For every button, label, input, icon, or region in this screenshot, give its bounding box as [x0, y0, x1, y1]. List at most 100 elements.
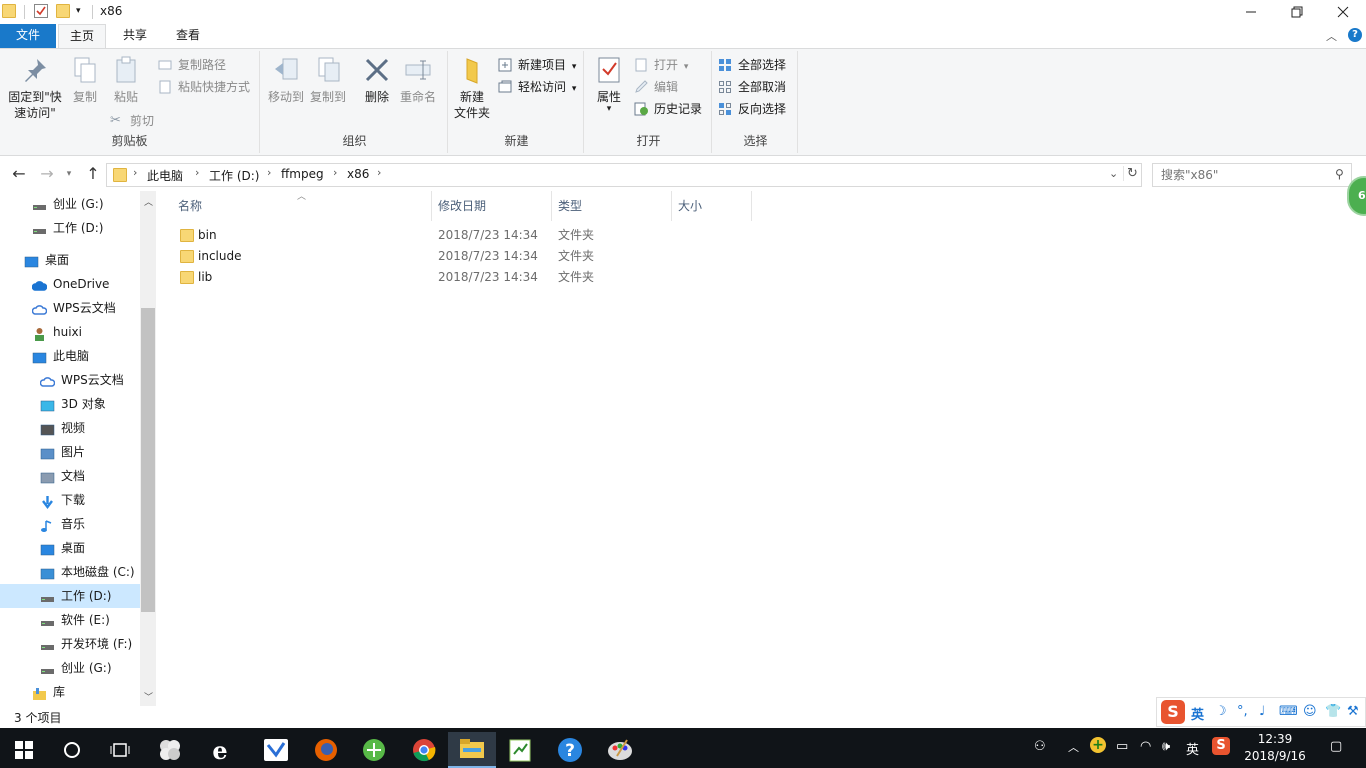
tab-share[interactable]: 共享 [112, 24, 158, 48]
breadcrumb-ffmpeg[interactable]: ffmpeg [281, 167, 324, 181]
punctuation-icon[interactable]: °, [1237, 704, 1248, 719]
invert-selection-button[interactable]: 反向选择 [718, 99, 786, 119]
refresh-icon[interactable]: ↻ [1123, 166, 1141, 181]
column-header-type[interactable]: 类型 [552, 191, 672, 221]
restore-button[interactable] [1274, 0, 1320, 24]
breadcrumb-separator[interactable]: › [195, 166, 199, 179]
breadcrumb-separator[interactable]: › [267, 166, 271, 179]
copy-button[interactable]: 复制 [68, 55, 102, 105]
forward-arrow-icon[interactable]: → [38, 165, 56, 183]
nav-item[interactable]: 3D 对象 [0, 392, 140, 416]
nav-item[interactable]: 本地磁盘 (C:) [0, 560, 140, 584]
nav-item[interactable]: 音乐 [0, 512, 140, 536]
nav-item[interactable]: 开发环境 (F:) [0, 632, 140, 656]
nav-item[interactable]: WPS云文档 [0, 296, 140, 320]
paint-app-icon[interactable] [596, 732, 644, 768]
nav-item[interactable]: 创业 (G:) [0, 192, 140, 216]
keyboard-icon[interactable]: ⌨ [1279, 704, 1298, 719]
task-view-icon[interactable] [96, 732, 144, 768]
file-row[interactable]: lib 2018/7/23 14:34 文件夹 [172, 267, 772, 288]
back-arrow-icon[interactable]: ← [10, 165, 28, 183]
minimize-button[interactable] [1228, 0, 1274, 24]
notepad-app-icon[interactable] [496, 732, 544, 768]
nav-item[interactable]: 工作 (D:) [0, 216, 140, 240]
nav-item[interactable]: huixi [0, 320, 140, 344]
copy-to-button[interactable]: 复制到 [308, 55, 348, 105]
address-bar[interactable]: › 此电脑 › 工作 (D:) › ffmpeg › x86 › ⌄ ↻ [106, 163, 1142, 187]
tab-file[interactable]: 文件 [0, 24, 56, 48]
new-item-button[interactable]: 新建项目 ▾ [498, 55, 576, 75]
volume-icon[interactable]: 🕪 [1162, 739, 1170, 754]
cut-button[interactable]: ✂ 剪切 [110, 111, 154, 131]
tab-view[interactable]: 查看 [164, 24, 212, 48]
nav-item[interactable]: 软件 (E:) [0, 608, 140, 632]
file-row[interactable]: bin 2018/7/23 14:34 文件夹 [172, 225, 772, 246]
search-icon[interactable]: ⚲ [1335, 167, 1344, 181]
nav-item[interactable]: 工作 (D:) [0, 584, 140, 608]
ime-mode-toggle[interactable]: 英 [1191, 704, 1204, 723]
history-button[interactable]: 历史记录 [634, 99, 702, 119]
recent-locations-icon[interactable]: ▾ [60, 165, 78, 183]
collapse-ribbon-icon[interactable]: ︿ [1326, 28, 1337, 44]
select-all-button[interactable]: 全部选择 [718, 55, 786, 75]
nav-scrollbar-thumb[interactable] [141, 308, 155, 612]
chrome-icon[interactable] [400, 732, 448, 768]
column-header-size[interactable]: 大小 [672, 191, 752, 221]
nav-item[interactable]: 创业 (G:) [0, 656, 140, 680]
nav-item[interactable]: 视频 [0, 416, 140, 440]
nav-item[interactable]: 桌面 [0, 536, 140, 560]
breadcrumb-x86[interactable]: x86 [347, 167, 369, 181]
properties-button[interactable]: 属性 ▾ [592, 55, 626, 114]
sogou-logo-icon[interactable]: S [1161, 700, 1185, 724]
file-explorer-taskbar-icon[interactable] [448, 732, 496, 768]
quick-access-dropdown-icon[interactable]: ▾ [76, 4, 90, 18]
nav-item[interactable]: 下载 [0, 488, 140, 512]
paste-button[interactable]: 粘贴 [108, 55, 144, 105]
scroll-down-icon[interactable]: ﹀ [144, 690, 153, 703]
internet-explorer-icon[interactable]: e [196, 732, 244, 768]
pinwheel-app-icon[interactable] [146, 732, 194, 768]
nav-item[interactable]: 文档 [0, 464, 140, 488]
nav-item[interactable]: OneDrive [0, 272, 140, 296]
help-app-icon[interactable]: ? [546, 732, 594, 768]
help-icon[interactable]: ? [1348, 28, 1362, 42]
ime-tray-toggle[interactable]: 英 [1186, 739, 1199, 758]
green-browser-icon[interactable] [350, 732, 398, 768]
breadcrumb-separator[interactable]: › [377, 166, 381, 179]
firefox-icon[interactable] [302, 732, 350, 768]
show-hidden-icons-icon[interactable]: ︿ [1068, 739, 1079, 755]
system-clock[interactable]: 12:39 2018/9/16 [1238, 731, 1312, 765]
battery-icon[interactable]: ▭ [1116, 739, 1128, 754]
close-button[interactable] [1320, 0, 1366, 24]
edit-button[interactable]: 编辑 [634, 77, 678, 97]
copy-path-button[interactable]: 复制路径 [158, 55, 226, 75]
up-arrow-icon[interactable]: ↑ [84, 165, 102, 183]
wifi-icon[interactable]: ◠ [1140, 739, 1151, 754]
search-input[interactable] [1161, 165, 1331, 185]
moon-icon[interactable]: ☽ [1215, 704, 1227, 719]
security-app-tray-icon[interactable]: + [1090, 737, 1106, 753]
action-center-icon[interactable]: ▢ [1330, 739, 1342, 754]
skin-icon[interactable]: 👕 [1325, 704, 1341, 719]
address-history-dropdown-icon[interactable]: ⌄ [1109, 167, 1118, 180]
search-box[interactable]: ⚲ [1152, 163, 1352, 187]
microphone-icon[interactable]: ♩ [1259, 704, 1265, 719]
properties-quick-icon[interactable] [34, 4, 48, 18]
breadcrumb-this-pc[interactable]: 此电脑 [147, 167, 183, 184]
scroll-up-icon[interactable]: ︿ [144, 195, 153, 208]
nav-item[interactable]: 图片 [0, 440, 140, 464]
move-to-button[interactable]: 移动到 [266, 55, 306, 105]
settings-wrench-icon[interactable]: ⚒ [1347, 704, 1359, 719]
file-row[interactable]: include 2018/7/23 14:34 文件夹 [172, 246, 772, 267]
new-folder-button[interactable]: 新建 文件夹 [452, 55, 492, 121]
breadcrumb-separator[interactable]: › [133, 166, 137, 179]
tab-home[interactable]: 主页 [58, 24, 106, 48]
bird-app-icon[interactable] [252, 732, 300, 768]
open-button[interactable]: 打开 ▾ [634, 55, 688, 75]
person-tray-icon[interactable]: ⚇ [1034, 739, 1046, 754]
delete-button[interactable]: 删除 [360, 55, 394, 105]
rename-button[interactable]: 重命名 [398, 55, 438, 105]
nav-item[interactable]: 桌面 [0, 248, 140, 272]
column-header-date[interactable]: 修改日期 [432, 191, 552, 221]
column-header-name[interactable]: 名称 [172, 191, 432, 221]
